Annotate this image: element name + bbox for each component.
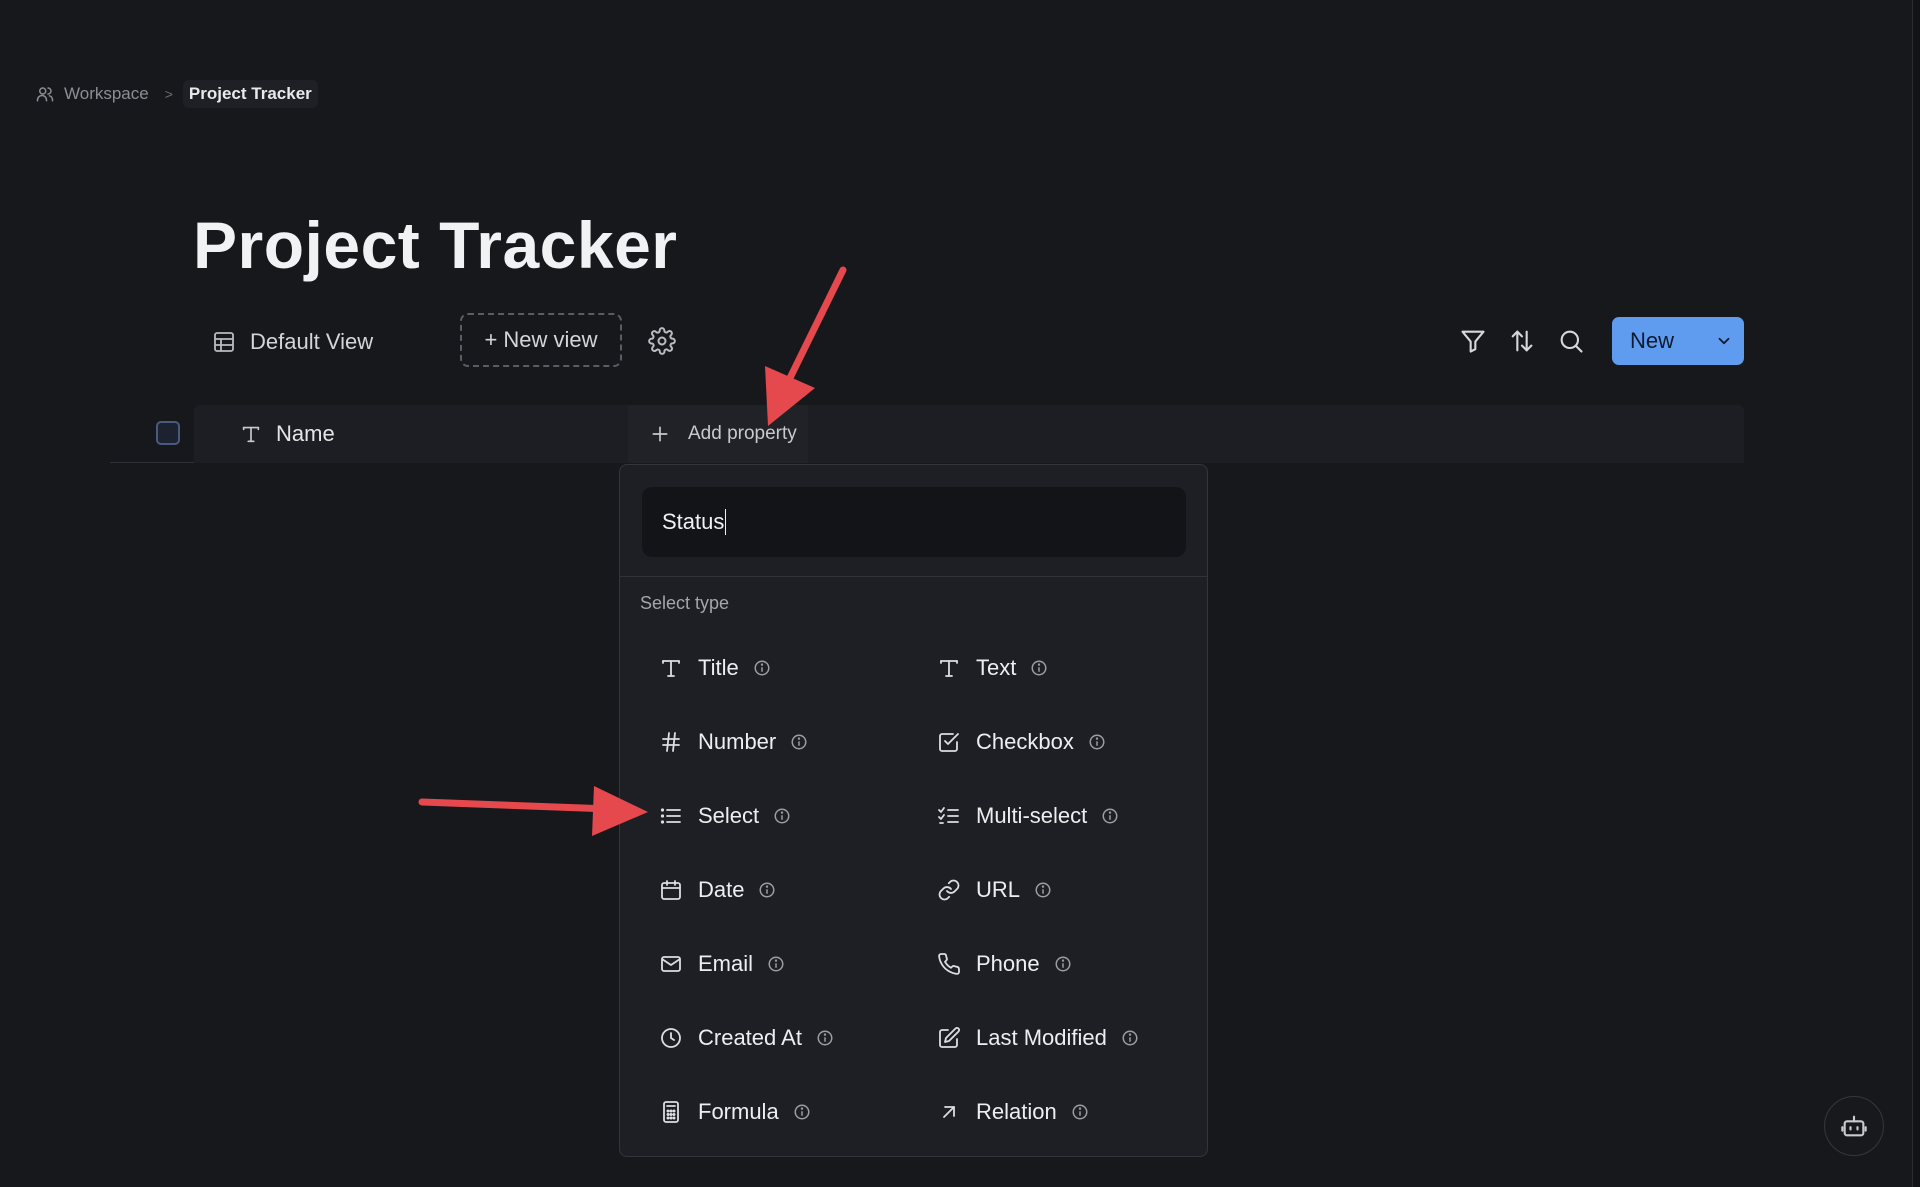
new-record-button[interactable]: New (1612, 317, 1744, 365)
add-property-button[interactable]: Add property (628, 405, 808, 463)
type-option-title[interactable]: Title (658, 647, 771, 689)
info-icon[interactable] (758, 881, 776, 899)
breadcrumb-separator: > (164, 86, 173, 102)
robot-icon (1840, 1112, 1868, 1140)
select-all-checkbox[interactable] (156, 421, 180, 445)
column-header-name[interactable]: Name (240, 405, 335, 463)
arrow-up-right-icon (936, 1099, 962, 1125)
type-option-label: Date (698, 877, 745, 902)
sort-icon[interactable] (1508, 327, 1536, 355)
filter-icon[interactable] (1459, 327, 1487, 355)
checkbox-icon (936, 729, 962, 755)
hash-icon (658, 729, 684, 755)
table-header: Name Add property (110, 405, 1744, 463)
type-option-text[interactable]: Text (936, 647, 1048, 689)
select-type-label: Select type (640, 593, 730, 613)
type-option-label: Relation (976, 1099, 1057, 1124)
type-option-date[interactable]: Date (658, 869, 776, 911)
type-option-label: Multi-select (976, 803, 1088, 828)
type-option-label: Select (698, 803, 760, 828)
menu-divider (620, 576, 1207, 577)
type-option-created-at[interactable]: Created At (658, 1017, 834, 1059)
type-option-label: Number (698, 729, 777, 754)
calendar-icon (658, 877, 684, 903)
type-option-url[interactable]: URL (936, 869, 1052, 911)
phone-icon (936, 951, 962, 977)
new-view-button[interactable]: + New view (460, 313, 622, 367)
type-option-relation[interactable]: Relation (936, 1091, 1089, 1133)
text-type-icon (240, 423, 262, 445)
type-option-label: Checkbox (976, 729, 1074, 754)
breadcrumb-workspace[interactable]: Workspace (30, 80, 155, 108)
property-name-input[interactable]: Status (642, 487, 1186, 557)
info-icon[interactable] (753, 659, 771, 677)
column-header-name-label: Name (276, 421, 335, 446)
page-title[interactable]: Project Tracker (193, 207, 677, 283)
type-option-label: URL (976, 877, 1021, 902)
type-option-label: Last Modified (976, 1025, 1107, 1050)
type-option-label: Created At (698, 1025, 802, 1050)
scrollbar-track[interactable] (1912, 0, 1920, 1187)
chevron-down-icon[interactable] (1704, 317, 1744, 365)
plus-icon (650, 424, 670, 444)
table-header-background (194, 405, 1744, 463)
breadcrumb-workspace-label: Workspace (64, 84, 149, 103)
search-icon[interactable] (1557, 327, 1585, 355)
type-option-label: Formula (698, 1099, 779, 1124)
type-option-email[interactable]: Email (658, 943, 785, 985)
info-icon[interactable] (1071, 1103, 1089, 1121)
gear-icon[interactable] (648, 327, 676, 355)
checklist-icon (936, 803, 962, 829)
text-icon (936, 655, 962, 681)
info-icon[interactable] (790, 733, 808, 751)
type-option-checkbox[interactable]: Checkbox (936, 721, 1106, 763)
type-option-phone[interactable]: Phone (936, 943, 1072, 985)
info-icon[interactable] (1088, 733, 1106, 751)
tab-default-view[interactable]: Default View (212, 322, 373, 362)
type-option-multi-select[interactable]: Multi-select (936, 795, 1119, 837)
info-icon[interactable] (1121, 1029, 1139, 1047)
info-icon[interactable] (1030, 659, 1048, 677)
breadcrumb-current[interactable]: Project Tracker (182, 80, 318, 108)
info-icon[interactable] (1034, 881, 1052, 899)
calculator-icon (658, 1099, 684, 1125)
link-icon (936, 877, 962, 903)
type-option-label: Phone (976, 951, 1040, 976)
info-icon[interactable] (816, 1029, 834, 1047)
property-name-value: Status (662, 509, 725, 534)
info-icon[interactable] (767, 955, 785, 973)
info-icon[interactable] (1101, 807, 1119, 825)
arrow-to-add-property (765, 266, 847, 426)
text-caret (725, 509, 727, 535)
info-icon[interactable] (1054, 955, 1072, 973)
new-record-label: New (1630, 328, 1675, 353)
type-option-select[interactable]: Select (658, 795, 791, 837)
add-property-label: Add property (688, 423, 797, 444)
app-page: Workspace > Project Tracker Project Trac… (0, 0, 1920, 1187)
type-option-number[interactable]: Number (658, 721, 808, 763)
type-option-label: Title (698, 655, 739, 680)
edit-icon (936, 1025, 962, 1051)
info-icon[interactable] (773, 807, 791, 825)
table-icon (212, 330, 236, 354)
breadcrumb-current-label: Project Tracker (188, 84, 312, 103)
type-option-last-modified[interactable]: Last Modified (936, 1017, 1139, 1059)
mail-icon (658, 951, 684, 977)
assistant-button[interactable] (1824, 1096, 1884, 1156)
list-icon (658, 803, 684, 829)
breadcrumb: Workspace > Project Tracker (30, 80, 318, 108)
users-icon (36, 85, 54, 103)
property-type-menu: Status Select type Title Text Number Che… (619, 464, 1208, 1157)
type-option-label: Text (976, 655, 1017, 680)
type-option-formula[interactable]: Formula (658, 1091, 811, 1133)
arrow-to-select-option (418, 786, 648, 836)
info-icon[interactable] (793, 1103, 811, 1121)
clock-icon (658, 1025, 684, 1051)
title-icon (658, 655, 684, 681)
type-option-label: Email (698, 951, 754, 976)
tab-default-view-label: Default View (250, 329, 374, 354)
